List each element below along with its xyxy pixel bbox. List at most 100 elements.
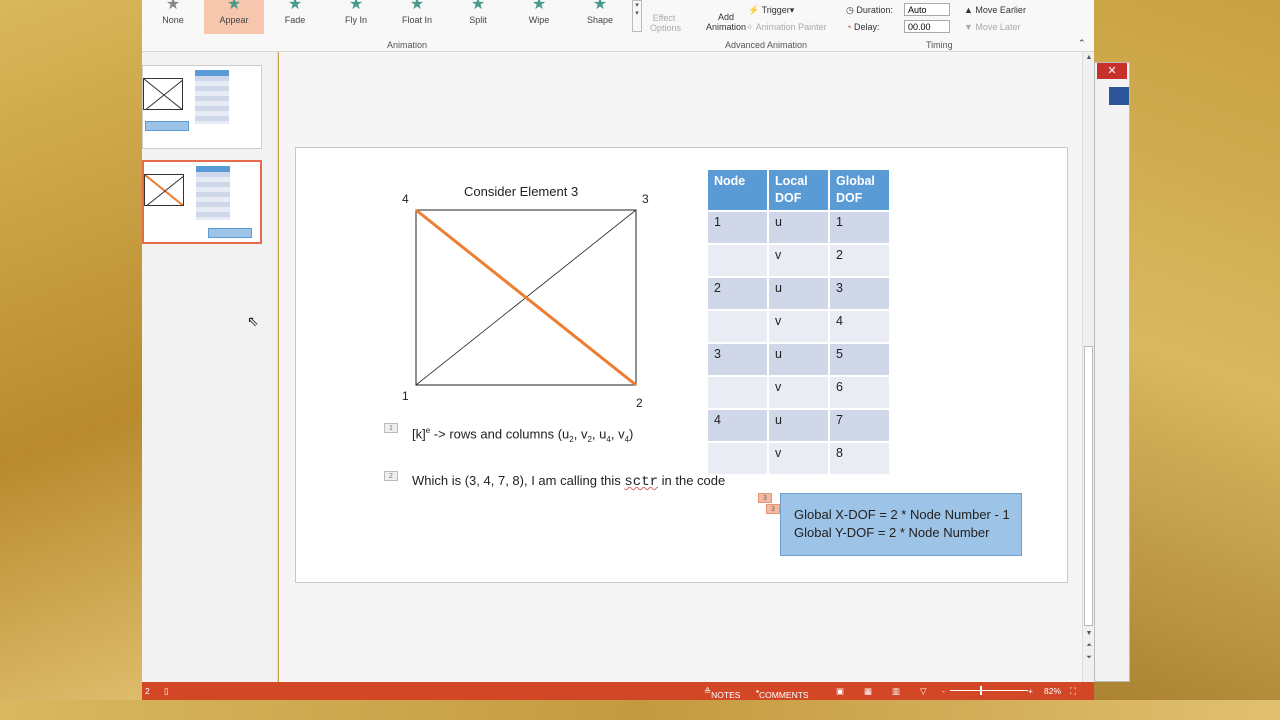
thumb-table bbox=[195, 70, 229, 124]
vertical-scrollbar[interactable]: ▲ ▼ ⏶ ⏷ bbox=[1082, 52, 1094, 682]
table-cell: u bbox=[769, 410, 828, 441]
fit-slide-icon[interactable]: ⛶ bbox=[1070, 686, 1076, 697]
animation-order-tag[interactable]: 2 bbox=[384, 471, 398, 481]
status-bar: 2 ▯ ≙ NOTES ▪ COMMENTS ▣ ▦ ▥ ▽ - + 82% ⛶ bbox=[142, 682, 1094, 700]
slide-thumbnail-2[interactable] bbox=[142, 160, 262, 244]
effect-fade[interactable]: ★ Fade bbox=[265, 0, 325, 34]
table-cell: 8 bbox=[830, 443, 889, 474]
thumb-box bbox=[145, 121, 189, 131]
bullet-sctr: Which is (3, 4, 7, 8), I am calling this… bbox=[412, 473, 725, 490]
previous-slide-icon[interactable]: ⏶ bbox=[1083, 642, 1095, 650]
normal-view-icon[interactable]: ▣ bbox=[836, 686, 844, 697]
zoom-level[interactable]: 82% bbox=[1044, 686, 1061, 696]
desktop-wallpaper bbox=[0, 0, 142, 720]
header-text: Local bbox=[775, 174, 808, 188]
header-global-dof: Global DOF bbox=[830, 170, 889, 210]
zoom-in-button[interactable]: + bbox=[1028, 686, 1033, 696]
effect-fly-in[interactable]: ★ Fly In bbox=[326, 0, 386, 34]
element-diagram bbox=[415, 208, 637, 387]
delay-text: Delay: bbox=[853, 22, 880, 32]
collapse-ribbon-icon[interactable]: ⌃ bbox=[1078, 38, 1086, 49]
next-slide-icon[interactable]: ⏷ bbox=[1083, 654, 1095, 662]
table-cell: 7 bbox=[830, 410, 889, 441]
table-cell bbox=[708, 377, 767, 408]
table-cell: u bbox=[769, 212, 828, 243]
star-icon: ★ bbox=[409, 0, 425, 13]
header-node: Node bbox=[708, 170, 767, 210]
animation-order-tag[interactable]: 3 bbox=[766, 504, 780, 514]
star-icon: ★ bbox=[531, 0, 547, 13]
scroll-down-icon[interactable]: ▼ bbox=[1083, 630, 1095, 637]
background-window[interactable]: ✕ bbox=[1094, 62, 1130, 682]
animations-ribbon: ★ None ★ Appear ★ Fade ★ Fly In ★ Float In ★ S… bbox=[142, 0, 1094, 52]
dof-formula-box[interactable]: Global X-DOF = 2 * Node Number - 1 Global… bbox=[780, 493, 1022, 556]
table-row: v2 bbox=[708, 245, 889, 276]
slide-thumbnail-1[interactable] bbox=[142, 65, 262, 149]
table-row: v8 bbox=[708, 443, 889, 474]
delay-input[interactable]: 00.00 bbox=[904, 20, 950, 33]
slideshow-icon[interactable]: ▽ bbox=[920, 686, 927, 697]
formula-line: Global Y-DOF = 2 * Node Number bbox=[794, 525, 990, 540]
mouse-cursor-icon: ⇖ bbox=[247, 313, 259, 329]
table-cell bbox=[708, 245, 767, 276]
bullet-stiffness-rows: [k]e -> rows and columns (u2, v2, u4, v4… bbox=[412, 426, 633, 444]
animation-order-tag[interactable]: 1 bbox=[384, 423, 398, 433]
move-later-button[interactable]: ▼ Move Later bbox=[964, 22, 1020, 32]
code-text: sctr bbox=[624, 474, 659, 490]
header-text: Global bbox=[836, 174, 875, 188]
notes-button[interactable]: ≙ NOTES bbox=[704, 686, 740, 700]
zoom-out-button[interactable]: - bbox=[942, 686, 945, 696]
group-label-timing: Timing bbox=[926, 40, 953, 50]
slide-sorter-icon[interactable]: ▦ bbox=[864, 686, 872, 697]
zoom-slider[interactable] bbox=[950, 690, 1028, 691]
table-cell: 5 bbox=[830, 344, 889, 375]
delay-icon: ◔ bbox=[846, 22, 852, 32]
comments-button[interactable]: ▪ COMMENTS bbox=[756, 686, 809, 700]
table-cell: u bbox=[769, 278, 828, 309]
close-icon[interactable]: ✕ bbox=[1097, 63, 1127, 79]
gallery-scroll[interactable]: ▾ ▾ bbox=[632, 0, 642, 32]
trigger-label: Trigger bbox=[761, 5, 790, 15]
dof-table: Node Local DOF Global DOF 1u1v22u3v43u5v64… bbox=[706, 168, 891, 476]
table-cell: v bbox=[769, 377, 828, 408]
reading-view-icon[interactable]: ▥ bbox=[892, 686, 900, 697]
thumb-table bbox=[196, 166, 230, 220]
effect-none[interactable]: ★ None bbox=[143, 0, 203, 34]
diagram-title: Consider Element 3 bbox=[464, 184, 579, 199]
spellcheck-icon[interactable]: ▯ bbox=[164, 686, 169, 697]
effect-shape[interactable]: ★ Shape bbox=[570, 0, 630, 34]
table-cell: u bbox=[769, 344, 828, 375]
desktop-wallpaper-bottom bbox=[0, 700, 1280, 720]
window-button[interactable] bbox=[1109, 87, 1129, 105]
effect-float-in[interactable]: ★ Float In bbox=[387, 0, 447, 34]
star-icon: ★ bbox=[287, 0, 303, 13]
animation-order-tag[interactable]: 3 bbox=[758, 493, 772, 503]
node-label-3: 3 bbox=[642, 192, 649, 206]
duration-input[interactable]: Auto bbox=[904, 3, 950, 16]
effect-wipe[interactable]: ★ Wipe bbox=[509, 0, 569, 34]
scroll-up-icon[interactable]: ▲ bbox=[1083, 54, 1095, 61]
effect-options-label-2: Options bbox=[650, 23, 682, 33]
table-row: v6 bbox=[708, 377, 889, 408]
zoom-slider-thumb[interactable] bbox=[980, 686, 982, 695]
thumb-diagram bbox=[144, 174, 184, 206]
text: [k] bbox=[412, 426, 426, 442]
table-row: 3u5 bbox=[708, 344, 889, 375]
table-cell: 3 bbox=[708, 344, 767, 375]
add-animation-button[interactable]: Add Animation bbox=[704, 12, 748, 32]
effect-split[interactable]: ★ Split bbox=[448, 0, 508, 34]
text: ) bbox=[629, 426, 634, 442]
effect-options-button[interactable]: Effect Options bbox=[650, 13, 682, 33]
trigger-button[interactable]: ⚡ Trigger▾ bbox=[748, 5, 794, 16]
effect-appear[interactable]: ★ Appear bbox=[204, 0, 264, 34]
table-cell: 2 bbox=[708, 278, 767, 309]
table-row: 4u7 bbox=[708, 410, 889, 441]
scrollbar-thumb[interactable] bbox=[1084, 346, 1093, 626]
table-cell: 2 bbox=[830, 245, 889, 276]
slide[interactable]: Consider Element 3 4 3 1 2 Node Local DOF… bbox=[295, 147, 1068, 583]
table-cell: 3 bbox=[830, 278, 889, 309]
star-icon: ★ bbox=[592, 0, 608, 13]
animation-painter-button[interactable]: ✧ Animation Painter bbox=[746, 22, 827, 33]
move-earlier-button[interactable]: ▲ Move Earlier bbox=[964, 5, 1026, 15]
text: in the code bbox=[658, 473, 726, 488]
